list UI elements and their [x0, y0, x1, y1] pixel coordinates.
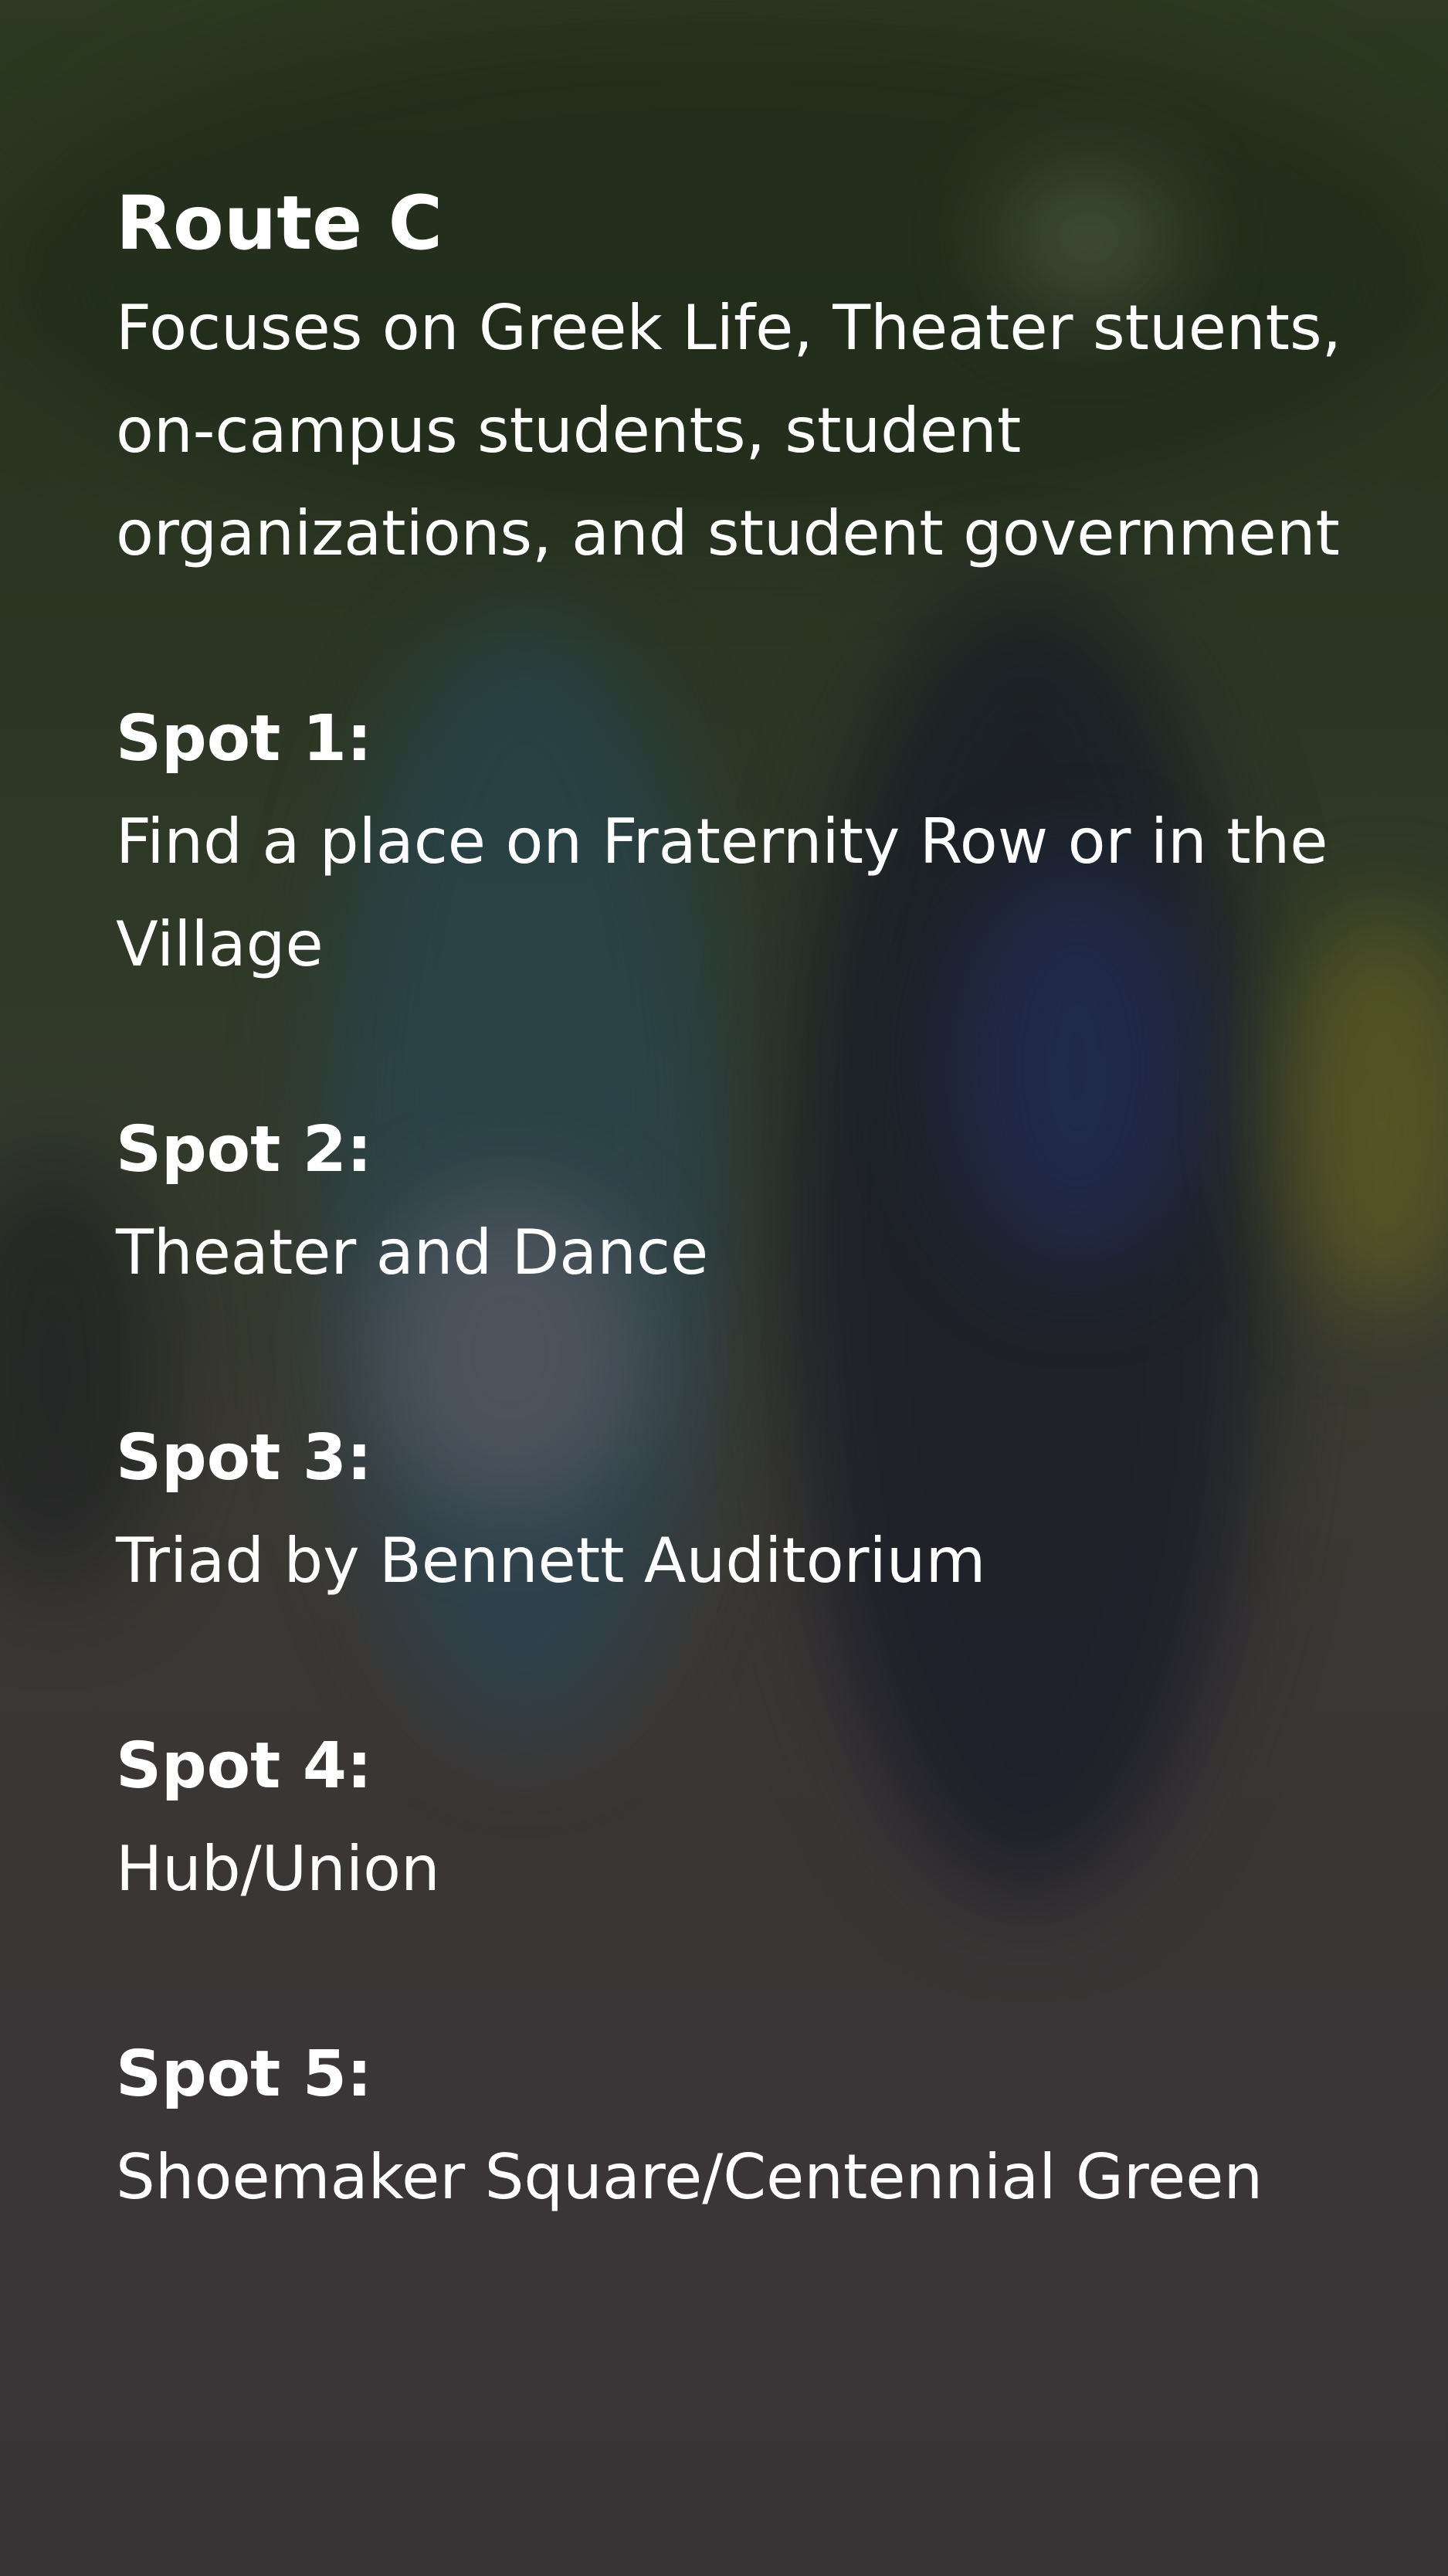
spot-item: Spot 4: Hub/Union	[116, 1715, 1382, 1920]
spot-item: Spot 5: Shoemaker Square/Centennial Gree…	[116, 2023, 1382, 2228]
spot-item: Spot 1: Find a place on Fraternity Row o…	[116, 687, 1382, 996]
spot-description: Find a place on Fraternity Row or in the…	[116, 806, 1328, 980]
spot-description: Shoemaker Square/Centennial Green	[116, 2141, 1263, 2213]
spot-label: Spot 5:	[116, 2038, 372, 2111]
spot-description: Hub/Union	[116, 1833, 440, 1905]
spot-label: Spot 3:	[116, 1421, 372, 1495]
spot-description: Theater and Dance	[116, 1217, 709, 1288]
spot-label: Spot 1:	[116, 702, 372, 776]
route-description: Focuses on Greek Life, Theater stuents, …	[116, 292, 1342, 569]
spot-item: Spot 3: Triad by Bennett Auditorium	[116, 1407, 1382, 1612]
spot-item: Spot 2: Theater and Dance	[116, 1098, 1382, 1304]
spot-label: Spot 4:	[116, 1729, 372, 1803]
route-title: Route C	[116, 180, 443, 266]
spot-description: Triad by Bennett Auditorium	[116, 1525, 986, 1597]
route-info: Route C Focuses on Greek Life, Theater s…	[116, 170, 1382, 2228]
spot-label: Spot 2:	[116, 1113, 372, 1186]
spot-list: Spot 1: Find a place on Fraternity Row o…	[116, 687, 1382, 2228]
